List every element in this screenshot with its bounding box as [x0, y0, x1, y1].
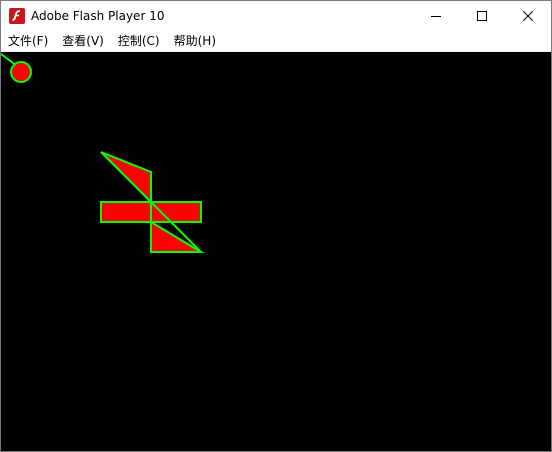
close-icon — [523, 11, 533, 21]
window-title: Adobe Flash Player 10 — [31, 9, 165, 23]
window-controls — [413, 1, 551, 31]
maximize-button[interactable] — [459, 1, 505, 31]
menu-view[interactable]: 查看(V) — [55, 31, 111, 51]
red-ball — [10, 61, 32, 83]
pinwheel-right-bar — [150, 201, 202, 223]
menu-bar: 文件(F) 查看(V) 控制(C) 帮助(H) — [1, 31, 551, 52]
flash-player-window: Adobe Flash Player 10 文件(F) 查看(V) 控制(C) … — [0, 0, 552, 452]
minimize-icon — [431, 16, 441, 17]
close-button[interactable] — [505, 1, 551, 31]
flash-player-icon[interactable] — [9, 8, 25, 24]
menu-help[interactable]: 帮助(H) — [167, 31, 223, 51]
flash-stage[interactable] — [1, 52, 551, 451]
stage-canvas — [1, 53, 205, 253]
title-bar[interactable]: Adobe Flash Player 10 — [1, 1, 551, 31]
maximize-icon — [477, 11, 487, 21]
menu-file[interactable]: 文件(F) — [1, 31, 55, 51]
minimize-button[interactable] — [413, 1, 459, 31]
menu-control[interactable]: 控制(C) — [111, 31, 167, 51]
pinwheel-left-bar — [100, 201, 152, 223]
